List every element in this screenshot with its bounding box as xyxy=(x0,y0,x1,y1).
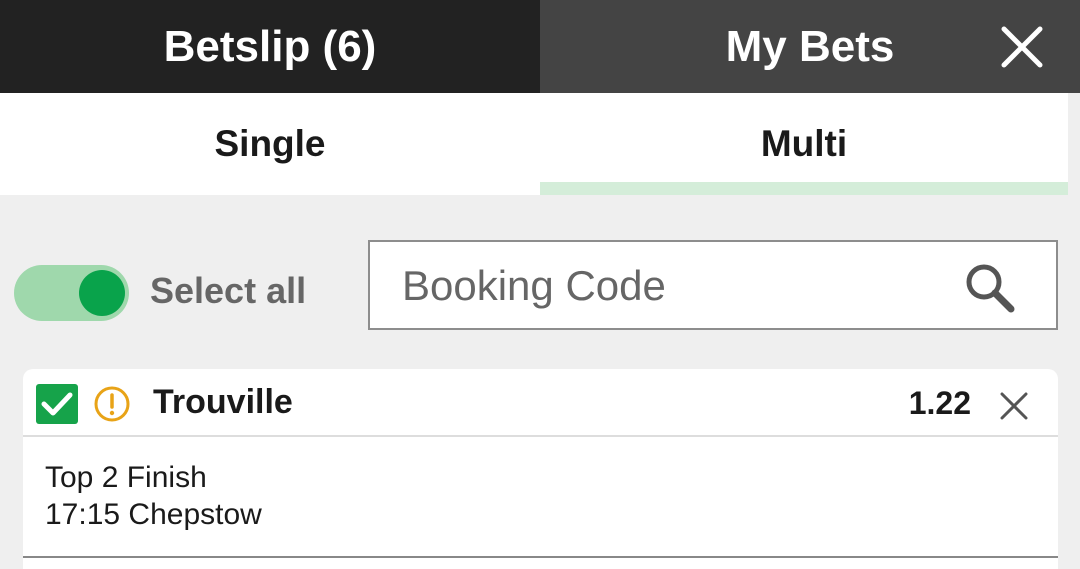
tab-betslip[interactable]: Betslip (6) xyxy=(0,0,540,93)
tab-single-label: Single xyxy=(214,123,326,164)
scrollbar-track xyxy=(1068,93,1080,195)
active-tab-indicator xyxy=(540,182,1068,195)
selection-name: Trouville xyxy=(153,383,293,421)
booking-code-input[interactable] xyxy=(402,260,962,312)
warning-icon xyxy=(94,386,130,422)
tab-betslip-label: Betslip (6) xyxy=(163,21,377,71)
search-icon[interactable] xyxy=(962,260,1018,316)
header-bar: Betslip (6) My Bets xyxy=(0,0,1080,93)
selection-header: Trouville 1.22 xyxy=(23,369,1058,437)
booking-code-field xyxy=(368,240,1058,330)
selection-checkbox[interactable] xyxy=(36,384,78,424)
market-name: Top 2 Finish xyxy=(45,461,207,494)
bet-type-tabs: Single Multi xyxy=(0,93,1068,195)
toggle-knob xyxy=(79,270,125,316)
checkmark-icon xyxy=(41,392,73,416)
card-divider xyxy=(23,556,1058,558)
tab-multi-label: Multi xyxy=(760,123,848,164)
event-name: 17:15 Chepstow xyxy=(45,498,262,531)
tab-my-bets-label: My Bets xyxy=(725,21,895,71)
tab-multi[interactable]: Multi xyxy=(540,93,1068,195)
remove-selection-icon[interactable] xyxy=(999,391,1029,421)
close-icon[interactable] xyxy=(1000,25,1044,69)
tab-my-bets[interactable]: My Bets xyxy=(540,0,1080,93)
select-all-toggle[interactable] xyxy=(14,265,129,321)
bet-selection-card: Trouville 1.22 Top 2 Finish 17:15 Chepst… xyxy=(23,369,1058,569)
selection-odds: 1.22 xyxy=(908,385,971,421)
tab-single[interactable]: Single xyxy=(0,93,540,195)
select-all-label: Select all xyxy=(150,270,307,311)
